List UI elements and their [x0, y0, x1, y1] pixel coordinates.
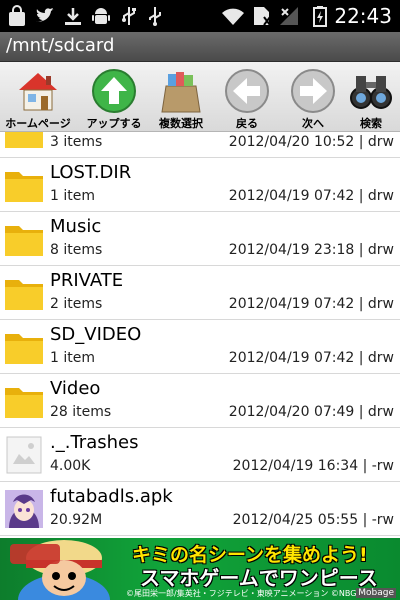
- search-label: 検索: [360, 117, 382, 130]
- file-size: 4.00K: [50, 458, 91, 474]
- back-label: 戻る: [236, 117, 258, 130]
- file-size: 1 item: [50, 188, 95, 204]
- toolbar: ホームページ アップする 複数選択 戻る 次へ 検索: [0, 62, 400, 132]
- file-name: futabadls.apk: [50, 486, 173, 507]
- multi-select-button[interactable]: 複数選択: [145, 64, 217, 130]
- multi-select-label: 複数選択: [159, 117, 203, 130]
- up-label: アップする: [86, 117, 142, 130]
- multi-select-bag-icon: [161, 72, 201, 113]
- next-label: 次へ: [302, 117, 324, 130]
- next-button[interactable]: 次へ: [277, 64, 349, 130]
- current-path: /mnt/sdcard: [6, 35, 115, 56]
- file-list: 3 items 2012/04/20 10:52 | drw LOST.DIR …: [0, 132, 400, 538]
- search-button[interactable]: 検索: [342, 64, 400, 130]
- character-illustration: [10, 540, 110, 600]
- up-button[interactable]: アップする: [78, 64, 150, 130]
- folder-icon: [5, 132, 43, 148]
- file-name: Video: [50, 378, 101, 399]
- list-item[interactable]: Video 28 items 2012/04/20 07:49 | drw: [0, 374, 400, 428]
- binoculars-icon: [350, 76, 392, 109]
- file-date: 2012/04/19 23:18 | drw: [228, 242, 394, 258]
- folder-icon: [5, 334, 43, 364]
- battery-icon: [313, 6, 327, 27]
- back-button[interactable]: 戻る: [211, 64, 283, 130]
- file-date: 2012/04/19 07:42 | drw: [228, 296, 394, 312]
- file-size: 8 items: [50, 242, 103, 258]
- file-date: 2012/04/20 07:49 | drw: [228, 404, 394, 420]
- file-name: PRIVATE: [50, 270, 124, 291]
- file-name: SD_VIDEO: [50, 324, 142, 345]
- signal-icon: [280, 7, 298, 25]
- path-bar: /mnt/sdcard: [0, 32, 400, 62]
- home-icon: [19, 73, 57, 111]
- file-size: 3 items: [50, 134, 103, 150]
- ad-banner[interactable]: キミの名シーンを集めよう! スマホゲームでワンピース ©尾田栄一郎/集英社・フジ…: [0, 538, 400, 600]
- list-item[interactable]: PRIVATE 2 items 2012/04/19 07:42 | drw: [0, 266, 400, 320]
- list-item[interactable]: 3 items 2012/04/20 10:52 | drw: [0, 132, 400, 158]
- file-size: 2 items: [50, 296, 103, 312]
- home-button[interactable]: ホームページ: [2, 64, 74, 130]
- file-name: LOST.DIR: [50, 162, 132, 183]
- file-date: 2012/04/19 07:42 | drw: [228, 188, 394, 204]
- android-icon: [92, 8, 110, 24]
- twitter-icon: [36, 8, 54, 22]
- banner-badge: Mobage: [356, 588, 396, 598]
- shopping-bag-icon: [9, 5, 25, 26]
- home-label: ホームページ: [5, 117, 71, 130]
- back-arrow-icon: [225, 69, 269, 113]
- apk-icon: [5, 490, 43, 528]
- list-item[interactable]: Music 8 items 2012/04/19 23:18 | drw: [0, 212, 400, 266]
- clock: 22:43: [334, 4, 392, 28]
- status-bar: 22:43: [0, 0, 400, 32]
- download-icon: [65, 8, 81, 25]
- banner-subheadline: スマホゲームでワンピース: [140, 566, 378, 590]
- file-date: 2012/04/25 05:55 | -rw: [232, 512, 394, 528]
- file-size: 1 item: [50, 350, 95, 366]
- folder-icon: [5, 280, 43, 310]
- usb-icon: [149, 7, 161, 26]
- forward-arrow-icon: [291, 69, 335, 113]
- no-sim-icon: [254, 7, 271, 26]
- list-item[interactable]: futabadls.apk 20.92M 2012/04/25 05:55 | …: [0, 482, 400, 536]
- folder-icon: [5, 226, 43, 256]
- up-arrow-icon: [92, 69, 136, 113]
- file-date: 2012/04/19 07:42 | drw: [228, 350, 394, 366]
- file-size: 20.92M: [50, 512, 103, 528]
- wifi-icon: [222, 8, 244, 25]
- folder-icon: [5, 388, 43, 418]
- list-item[interactable]: ._.Trashes 4.00K 2012/04/19 16:34 | -rw: [0, 428, 400, 482]
- usb-debug-icon: [122, 7, 136, 25]
- file-icon: [6, 436, 42, 474]
- folder-icon: [5, 172, 43, 202]
- file-size: 28 items: [50, 404, 112, 420]
- file-name: Music: [50, 216, 102, 237]
- file-date: 2012/04/19 16:34 | -rw: [232, 458, 394, 474]
- file-date: 2012/04/20 10:52 | drw: [228, 134, 394, 150]
- list-item[interactable]: SD_VIDEO 1 item 2012/04/19 07:42 | drw: [0, 320, 400, 374]
- banner-copyright: ©尾田栄一郎/集英社・フジテレビ・東映アニメーション ©NBGI: [126, 589, 359, 598]
- list-item[interactable]: LOST.DIR 1 item 2012/04/19 07:42 | drw: [0, 158, 400, 212]
- file-name: ._.Trashes: [50, 432, 139, 453]
